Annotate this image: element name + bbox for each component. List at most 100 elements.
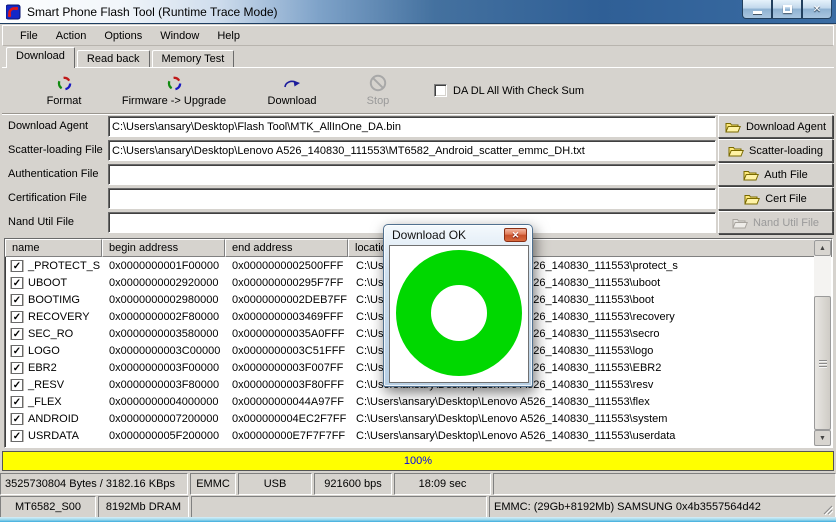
column-header-name[interactable]: name (5, 239, 102, 257)
minimize-button[interactable] (742, 0, 772, 19)
cert-file-input[interactable] (108, 188, 716, 209)
download-agent-label: Download Agent (8, 120, 89, 132)
end-address: 0x0000000003469FFF (232, 310, 344, 323)
download-arrow-icon (240, 74, 344, 92)
da-dl-checksum-checkbox[interactable] (434, 84, 447, 97)
scatter-loading-browse-button[interactable]: Scatter-loading (718, 139, 833, 162)
status-connection: USB (238, 473, 312, 495)
partition-name: ANDROID (28, 412, 79, 425)
menu-file[interactable]: File (11, 28, 47, 44)
close-icon: ✕ (812, 3, 822, 15)
app-window: Smart Phone Flash Tool (Runtime Trace Mo… (0, 0, 836, 522)
begin-address: 0x0000000003F80000 (109, 378, 220, 391)
status-storage-type: EMMC (190, 473, 236, 495)
app-icon (6, 4, 21, 20)
table-scrollbar[interactable]: ▲ ▼ (814, 240, 831, 446)
menu-help[interactable]: Help (208, 28, 249, 44)
auth-file-browse-label: Auth File (764, 168, 808, 181)
progress-percent: 100% (403, 455, 433, 467)
firmware-upgrade-label: Firmware -> Upgrade (121, 95, 227, 107)
close-button[interactable]: ✕ (802, 0, 832, 19)
begin-address: 0x0000000002980000 (109, 293, 219, 306)
partition-name: BOOTIMG (28, 293, 80, 306)
menu-window[interactable]: Window (151, 28, 208, 44)
row-checkbox-checked[interactable] (11, 412, 23, 425)
row-checkbox-checked[interactable] (11, 259, 23, 272)
table-row[interactable]: ANDROID 0x0000000007200000 0x000000004EC… (5, 410, 832, 427)
auth-file-input[interactable] (108, 164, 716, 185)
window-title: Smart Phone Flash Tool (Runtime Trace Mo… (27, 5, 278, 19)
maximize-button[interactable] (772, 0, 802, 19)
firmware-upgrade-button[interactable]: Firmware -> Upgrade (108, 74, 240, 107)
tab-read-back[interactable]: Read back (76, 50, 150, 68)
status-bar-2: MT6582_S00 8192Mb DRAM EMMC: (29Gb+8192M… (0, 496, 836, 518)
resize-grip-icon[interactable] (821, 503, 833, 515)
status-dram: 8192Mb DRAM (98, 496, 189, 518)
dialog-close-button[interactable]: ✕ (504, 228, 527, 242)
auth-file-label: Authentication File (8, 168, 99, 180)
download-agent-browse-button[interactable]: Download Agent (718, 115, 833, 138)
dialog-close-icon: ✕ (511, 230, 520, 240)
scroll-up-icon[interactable]: ▲ (814, 240, 831, 256)
download-agent-input[interactable] (108, 116, 716, 137)
end-address: 0x000000004EC2F7FF (232, 412, 347, 425)
menu-action[interactable]: Action (47, 28, 96, 44)
format-label: Format (46, 95, 82, 107)
download-label: Download (267, 95, 317, 107)
partition-name: _FLEX (28, 395, 62, 408)
row-checkbox-checked[interactable] (11, 378, 23, 391)
status-bytes-speed: 3525730804 Bytes / 3182.16 KBps (0, 473, 188, 495)
status-elapsed-time: 18:09 sec (394, 473, 491, 495)
row-checkbox-checked[interactable] (11, 327, 23, 340)
format-button[interactable]: Format (20, 74, 108, 107)
row-checkbox-checked[interactable] (11, 429, 23, 442)
stop-button: Stop (350, 74, 406, 107)
download-button[interactable]: Download (240, 74, 344, 107)
row-checkbox-checked[interactable] (11, 276, 23, 289)
firmware-recycle-icon (108, 74, 240, 92)
partition-name: RECOVERY (28, 310, 90, 323)
table-row[interactable]: USRDATA 0x000000005F200000 0x00000000E7F… (5, 427, 832, 444)
column-header-end-address[interactable]: end address (225, 239, 348, 257)
row-checkbox-checked[interactable] (11, 344, 23, 357)
da-dl-checksum-group[interactable]: DA DL All With Check Sum (434, 84, 584, 97)
scrollbar-thumb[interactable] (814, 296, 831, 430)
cert-file-browse-button[interactable]: Cert File (718, 187, 833, 210)
partition-name: _RESV (28, 378, 65, 391)
location-path: C:\Users\ansary\Desktop\Lenovo A526_1408… (356, 412, 668, 425)
table-row[interactable]: _FLEX 0x0000000004000000 0x00000000044A9… (5, 393, 832, 410)
column-header-begin-address[interactable]: begin address (102, 239, 225, 257)
title-bar: Smart Phone Flash Tool (Runtime Trace Mo… (0, 0, 836, 24)
success-ring-icon (396, 250, 522, 376)
scatter-file-label: Scatter-loading File (8, 144, 103, 156)
tab-memory-test[interactable]: Memory Test (151, 50, 235, 68)
cert-file-label: Certification File (8, 192, 87, 204)
nand-util-file-label: Nand Util File (8, 216, 75, 228)
stop-label: Stop (366, 95, 390, 107)
partition-name: UBOOT (28, 276, 68, 289)
begin-address: 0x0000000003580000 (109, 327, 219, 340)
partition-name: SEC_RO (28, 327, 74, 340)
tab-download[interactable]: Download (6, 47, 75, 68)
file-selector-panel: Download Agent Download Agent Scatter-lo… (0, 114, 836, 238)
row-checkbox-checked[interactable] (11, 310, 23, 323)
location-path: C:\Users\ansary\Desktop\Lenovo A526_1408… (356, 429, 676, 442)
row-checkbox-checked[interactable] (11, 293, 23, 306)
begin-address: 0x0000000003C00000 (109, 344, 221, 357)
download-ok-dialog: Download OK ✕ (383, 224, 533, 387)
status-empty-cell-2 (191, 496, 487, 518)
row-checkbox-checked[interactable] (11, 361, 23, 374)
status-emmc-text: EMMC: (29Gb+8192Mb) SAMSUNG 0x4b3557564d… (494, 501, 761, 513)
location-path: C:\Users\ansary\Desktop\Lenovo A526_1408… (356, 395, 650, 408)
scroll-down-icon[interactable]: ▼ (814, 430, 831, 446)
menu-options[interactable]: Options (95, 28, 151, 44)
partition-name: USRDATA (28, 429, 79, 442)
tab-strip: Download Read back Memory Test (2, 47, 834, 68)
menu-bar: File Action Options Window Help (2, 25, 834, 46)
scatter-file-input[interactable] (108, 140, 716, 161)
begin-address: 0x0000000004000000 (109, 395, 219, 408)
row-checkbox-checked[interactable] (11, 395, 23, 408)
auth-file-browse-button[interactable]: Auth File (718, 163, 833, 186)
end-address: 0x00000000E7F7F7FF (232, 429, 346, 442)
status-baud-rate: 921600 bps (314, 473, 392, 495)
